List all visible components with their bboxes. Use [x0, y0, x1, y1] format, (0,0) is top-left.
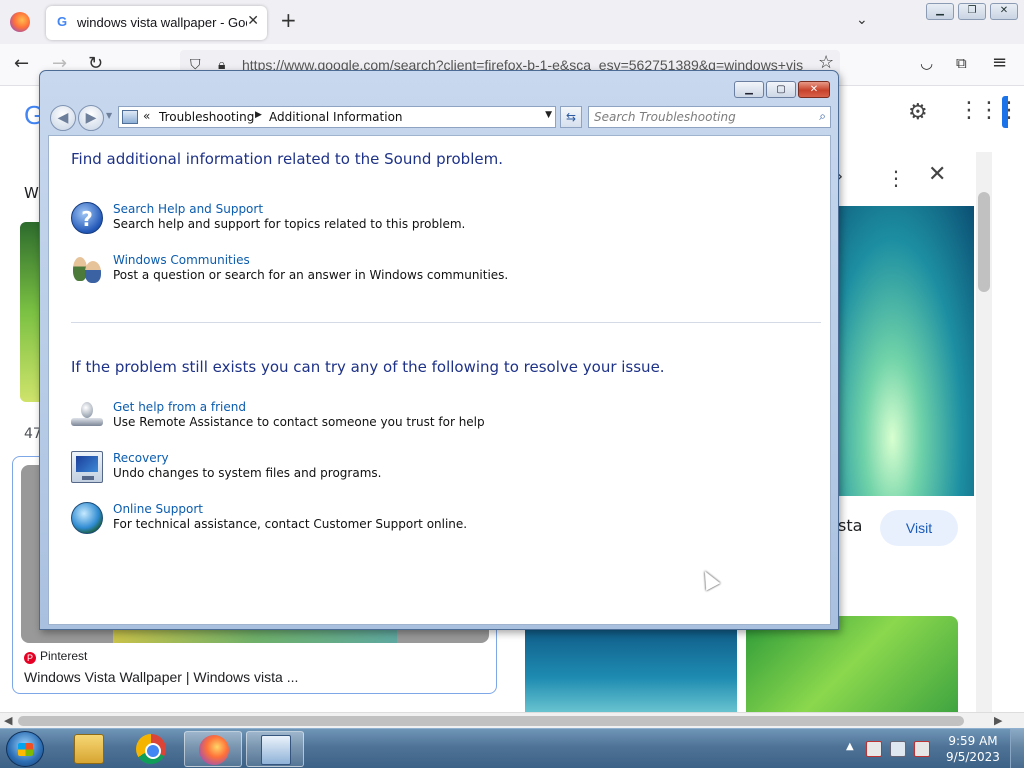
sign-in-button[interactable] [1002, 96, 1008, 128]
remote-assistance-link[interactable]: Get help from a friend [113, 400, 246, 414]
remote-assistance-desc: Use Remote Assistance to contact someone… [113, 415, 485, 429]
related-image-2[interactable] [746, 616, 958, 712]
online-support-desc: For technical assistance, contact Custom… [113, 517, 468, 531]
refresh-button[interactable]: ⇆ [560, 106, 582, 128]
section-heading-resolve: If the problem still exists you can try … [71, 358, 665, 376]
system-clock[interactable]: 9:59 AM 9/5/2023 [944, 733, 1002, 765]
address-dropdown-icon[interactable]: ▼ [545, 110, 552, 120]
card-source-label: Pinterest [40, 649, 88, 663]
taskbar-chrome[interactable] [122, 731, 180, 767]
google-favicon-icon: G [57, 14, 68, 29]
preview-image[interactable] [838, 206, 974, 496]
preview-title-fragment: sta [838, 516, 863, 535]
horizontal-scrollbar[interactable]: ◀ ▶ [0, 712, 1024, 728]
communities-desc: Post a question or search for an answer … [113, 268, 509, 282]
scroll-left-icon[interactable]: ◀ [4, 713, 12, 729]
network-icon[interactable] [890, 741, 906, 757]
new-tab-button[interactable]: + [280, 10, 297, 30]
globe-icon [71, 502, 103, 534]
back-arrow-icon[interactable]: ← [14, 54, 29, 74]
clock-time: 9:59 AM [948, 734, 998, 748]
breadcrumb-overflow-icon[interactable]: « [143, 109, 150, 123]
chrome-icon [136, 734, 166, 764]
horizontal-scrollbar-thumb[interactable] [18, 716, 964, 726]
troubleshooting-window: ▁ ▢ ✕ ◀ ▶ ▼ « Troubleshooting ▶ Addition… [39, 70, 839, 630]
list-tabs-icon[interactable]: ⌄ [856, 12, 868, 28]
content-pane: Find additional information related to t… [48, 135, 831, 625]
card-source: P Pinterest [24, 649, 87, 664]
search-troubleshooting-input[interactable]: Search Troubleshooting ⌕ [588, 106, 831, 128]
tab-close-icon[interactable]: ✕ [247, 13, 259, 29]
show-hidden-icons-icon[interactable]: ▲ [846, 741, 854, 752]
window-maximize-button[interactable]: ▢ [766, 81, 796, 98]
remote-assistance-icon [71, 400, 103, 432]
minimize-button[interactable]: ▁ [926, 3, 954, 20]
section-divider [71, 322, 821, 323]
show-desktop-button[interactable] [1010, 729, 1024, 768]
recovery-desc: Undo changes to system files and program… [113, 466, 382, 480]
breadcrumb-additional-information[interactable]: Additional Information [269, 110, 403, 124]
close-button[interactable]: ✕ [990, 3, 1018, 20]
pocket-icon[interactable]: ◡ [920, 53, 933, 73]
close-preview-icon[interactable]: ✕ [928, 162, 946, 187]
recent-pages-icon[interactable]: ▼ [106, 111, 112, 120]
related-image-1[interactable] [525, 626, 737, 712]
recovery-link[interactable]: Recovery [113, 451, 169, 465]
clock-date: 9/5/2023 [946, 750, 1000, 764]
pinterest-icon: P [24, 652, 36, 664]
back-button[interactable]: ◀ [50, 105, 76, 131]
folder-icon [74, 734, 104, 764]
list-item-online-support[interactable]: Online Support For technical assistance,… [71, 502, 811, 538]
list-item-communities[interactable]: Windows Communities Post a question or s… [71, 253, 811, 289]
action-center-icon[interactable] [866, 741, 882, 757]
section-heading-additional-info: Find additional information related to t… [71, 150, 503, 168]
browser-tab[interactable]: G windows vista wallpaper - Goo ✕ [46, 6, 267, 40]
firefox-icon [199, 735, 229, 765]
recovery-icon [71, 451, 103, 483]
volume-muted-icon[interactable] [914, 741, 930, 757]
help-icon: ? [71, 202, 103, 234]
restore-button[interactable]: ❐ [958, 3, 986, 20]
communities-link[interactable]: Windows Communities [113, 253, 250, 267]
browser-tab-bar: G windows vista wallpaper - Goo ✕ + ⌄ ▁ … [0, 0, 1024, 44]
settings-gear-icon[interactable]: ⚙ [908, 100, 928, 125]
window-close-button[interactable]: ✕ [798, 81, 830, 98]
card-title[interactable]: Windows Vista Wallpaper | Windows vista … [24, 669, 298, 685]
search-placeholder: Search Troubleshooting [594, 110, 736, 124]
breadcrumb-separator-icon[interactable]: ▶ [255, 110, 262, 120]
taskbar: ▲ 9:59 AM 9/5/2023 [0, 728, 1024, 768]
scrollbar-thumb[interactable] [978, 192, 990, 292]
forward-button[interactable]: ▶ [78, 105, 104, 131]
help-support-link[interactable]: Search Help and Support [113, 202, 263, 216]
extensions-icon[interactable]: ⧉ [956, 53, 967, 73]
windows-logo-icon [18, 743, 33, 756]
list-item-help-support[interactable]: ? Search Help and Support Search help an… [71, 202, 811, 238]
visit-button[interactable]: Visit [880, 510, 958, 546]
breadcrumb-troubleshooting[interactable]: Troubleshooting [159, 110, 254, 124]
scroll-right-icon[interactable]: ▶ [994, 713, 1002, 729]
control-panel-taskbar-icon [261, 735, 291, 765]
more-options-icon[interactable]: ⋮ [886, 166, 906, 190]
list-item-remote-assistance[interactable]: Get help from a friend Use Remote Assist… [71, 400, 811, 436]
menu-icon[interactable]: ≡ [992, 53, 1007, 73]
search-icon[interactable]: ⌕ [819, 109, 826, 124]
taskbar-control-panel[interactable] [246, 731, 304, 767]
start-button[interactable] [6, 731, 44, 767]
firefox-logo-icon[interactable] [10, 12, 30, 32]
control-panel-icon [122, 110, 138, 124]
help-support-desc: Search help and support for topics relat… [113, 217, 466, 231]
google-apps-icon[interactable]: ⋮⋮⋮ [958, 98, 1020, 123]
window-minimize-button[interactable]: ▁ [734, 81, 764, 98]
address-bar[interactable]: « Troubleshooting ▶ Additional Informati… [118, 106, 556, 128]
online-support-link[interactable]: Online Support [113, 502, 203, 516]
communities-icon [71, 253, 103, 285]
taskbar-explorer[interactable] [60, 731, 118, 767]
list-item-recovery[interactable]: Recovery Undo changes to system files an… [71, 451, 811, 487]
tab-title: windows vista wallpaper - Goo [77, 15, 247, 30]
vertical-scrollbar[interactable] [976, 152, 992, 712]
taskbar-firefox[interactable] [184, 731, 242, 767]
